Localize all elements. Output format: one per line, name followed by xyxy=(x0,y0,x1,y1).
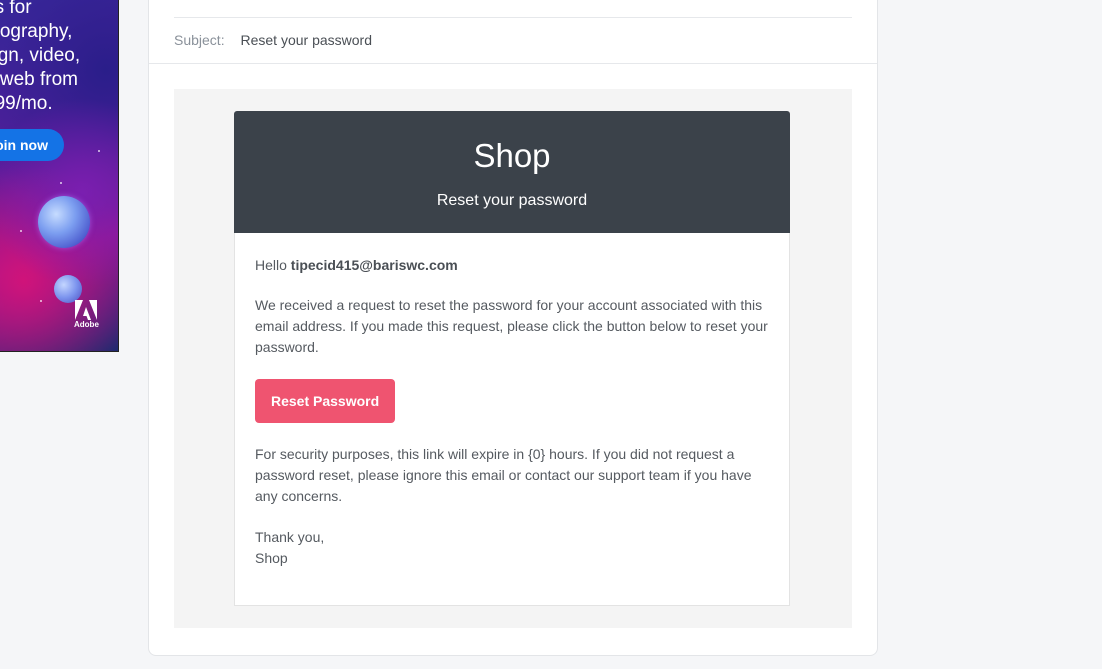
star-dot xyxy=(60,182,62,184)
greeting: Hello tipecid415@bariswc.com xyxy=(255,255,769,276)
advertisement-banner[interactable]: os for otography, sign, video, d web fro… xyxy=(0,0,119,352)
divider xyxy=(149,63,877,64)
star-dot xyxy=(98,150,100,152)
email-message: Shop Reset your password Hello tipecid41… xyxy=(234,111,790,606)
email-preview-card: Subject: Reset your password Shop Reset … xyxy=(148,0,878,656)
security-paragraph: For security purposes, this link will ex… xyxy=(255,446,752,504)
adobe-label: Adobe xyxy=(74,320,99,329)
ad-text: os for otography, sign, video, d web fro… xyxy=(0,0,81,114)
recipient-email: tipecid415@bariswc.com xyxy=(290,257,458,273)
star-dot xyxy=(40,300,42,302)
planet-graphic xyxy=(38,196,90,248)
reset-password-button[interactable]: Reset Password xyxy=(255,379,396,423)
signature: Shop xyxy=(255,550,288,566)
adobe-icon xyxy=(75,300,97,320)
adobe-logo: Adobe xyxy=(74,300,99,330)
star-dot xyxy=(20,230,22,232)
brand-title: Shop xyxy=(473,137,551,174)
subject-value: Reset your password xyxy=(240,32,372,48)
email-header: Shop Reset your password xyxy=(234,111,790,233)
email-body-canvas: Shop Reset your password Hello tipecid41… xyxy=(174,89,852,628)
divider xyxy=(174,17,852,18)
request-paragraph: We received a request to reset the passw… xyxy=(255,297,768,355)
greeting-prefix: Hello xyxy=(255,257,287,273)
ad-join-button[interactable]: oin now xyxy=(0,129,64,161)
subject-label: Subject: xyxy=(174,32,225,48)
planet-graphic-small xyxy=(54,275,82,303)
subject-row: Subject: Reset your password xyxy=(174,31,372,49)
email-header-subtitle: Reset your password xyxy=(436,192,588,209)
signoff: Thank you, xyxy=(255,529,325,545)
email-content: Hello tipecid415@bariswc.com We received… xyxy=(234,233,790,606)
